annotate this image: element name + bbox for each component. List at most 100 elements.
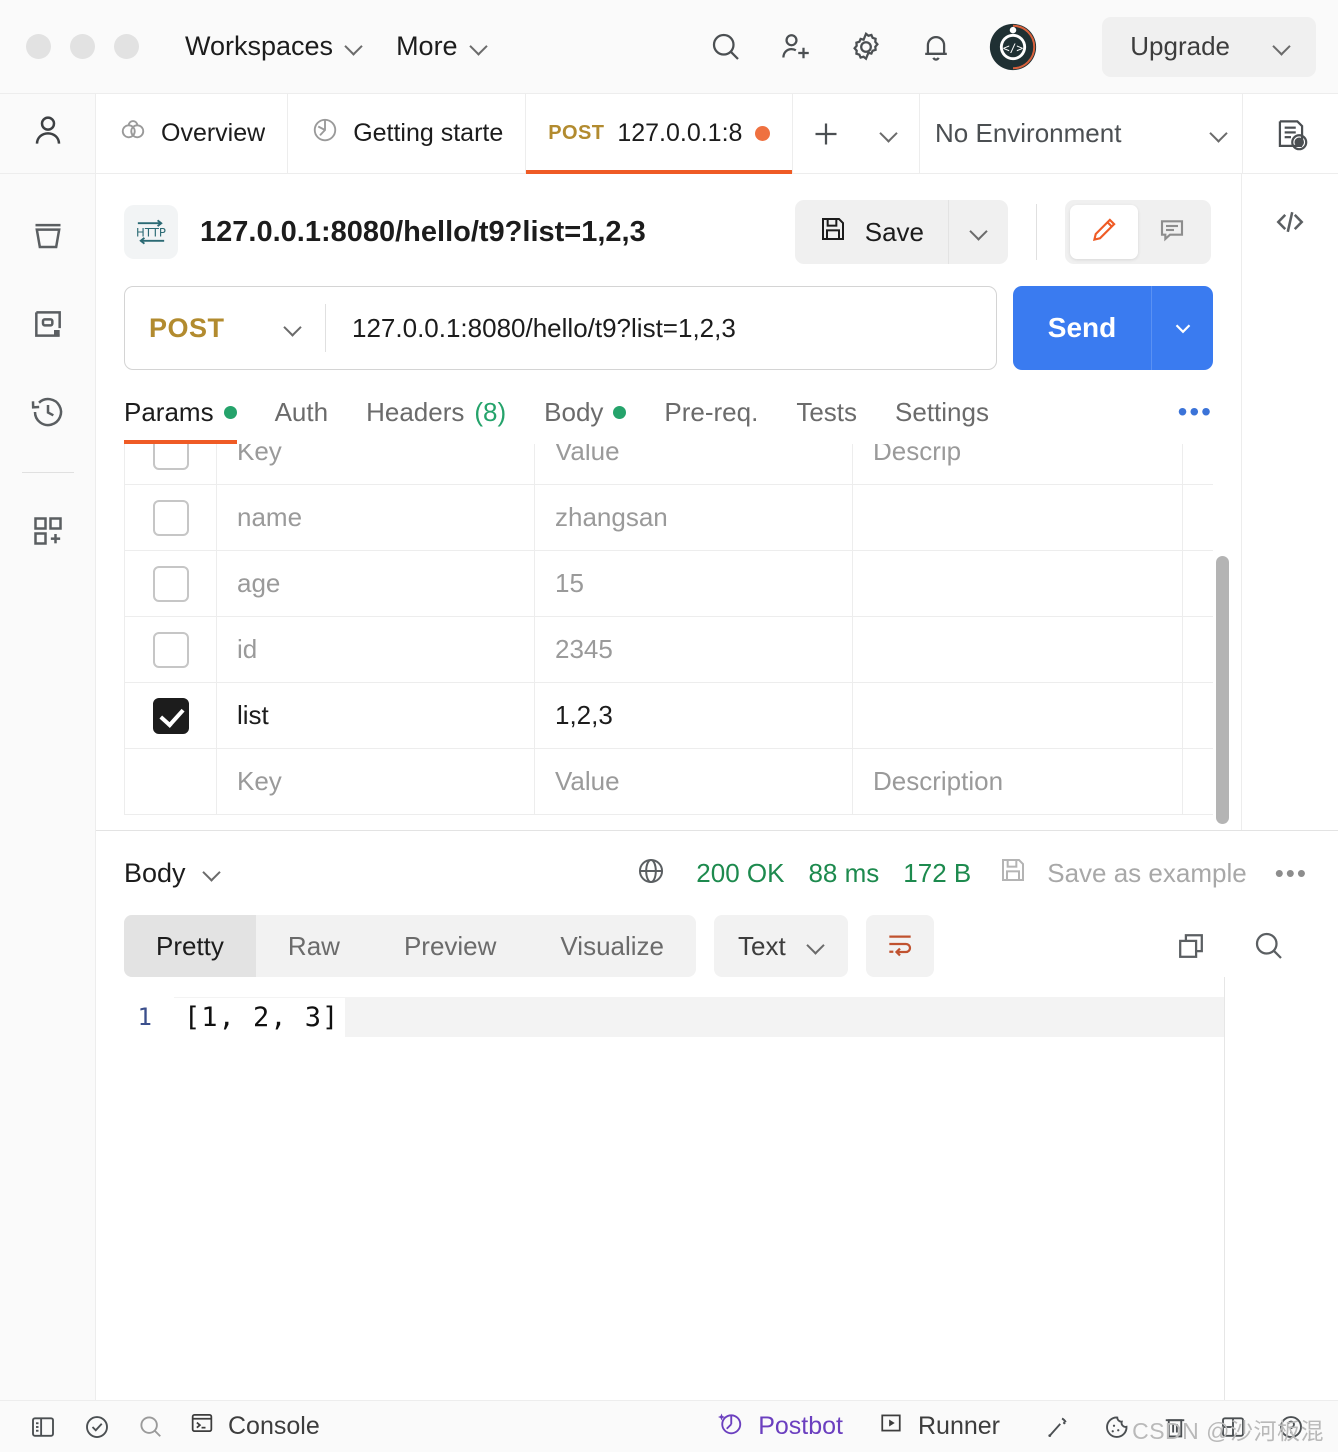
new-param-value-input[interactable]: Value <box>534 748 853 815</box>
close-window-button[interactable] <box>26 34 51 59</box>
response-body-code[interactable]: 1 [1, 2, 3] <box>96 977 1338 1400</box>
maximize-window-button[interactable] <box>114 34 139 59</box>
search-response-button[interactable] <box>1230 928 1308 964</box>
check-circle-icon[interactable] <box>70 1412 124 1442</box>
network-globe-icon[interactable] <box>634 854 668 893</box>
tab-headers[interactable]: Headers (8) <box>366 397 506 444</box>
chevron-down-icon <box>1211 126 1227 142</box>
param-key[interactable]: id <box>216 616 535 683</box>
param-value[interactable]: 1,2,3 <box>534 682 853 749</box>
settings-gear-icon[interactable] <box>848 29 884 65</box>
tab-params[interactable]: Params <box>124 397 237 444</box>
column-header-value: Value <box>534 444 853 485</box>
cookies-icon[interactable] <box>1088 1412 1146 1442</box>
search-icon[interactable] <box>708 29 744 65</box>
notifications-bell-icon[interactable] <box>918 29 954 65</box>
send-button[interactable]: Send <box>1013 286 1151 370</box>
sidebar-item-profile[interactable] <box>0 94 95 174</box>
invite-user-icon[interactable] <box>778 29 814 65</box>
help-icon[interactable] <box>1262 1412 1320 1442</box>
new-param-key-input[interactable]: Key <box>216 748 535 815</box>
console-label: Console <box>228 1412 320 1440</box>
response-pane: Body 200 OK 88 ms 172 B Save as example … <box>96 830 1338 1400</box>
tab-preview[interactable]: Preview <box>372 915 528 977</box>
tab-getting-started[interactable]: Getting starte <box>288 94 527 173</box>
param-key[interactable]: name <box>216 484 535 551</box>
param-description[interactable] <box>852 550 1183 617</box>
tab-overview[interactable]: Overview <box>96 94 289 173</box>
chevron-down-icon <box>971 224 987 240</box>
request-tabs-more-button[interactable]: ••• <box>1178 396 1213 444</box>
param-description[interactable] <box>852 682 1183 749</box>
tab-request-label: 127.0.0.1:8 <box>617 119 743 147</box>
copy-response-button[interactable] <box>1152 928 1230 964</box>
response-type-selector[interactable]: Text <box>714 915 848 977</box>
response-body-selector[interactable]: Body <box>124 858 220 889</box>
param-value[interactable]: 15 <box>534 550 853 617</box>
edit-mode-button[interactable] <box>1070 205 1138 259</box>
row-checkbox[interactable] <box>152 631 189 668</box>
select-all-checkbox[interactable] <box>152 444 189 470</box>
sidebar-item-collections[interactable] <box>0 194 95 282</box>
workspaces-menu[interactable]: Workspaces <box>185 31 362 62</box>
postman-logo-icon[interactable]: </> <box>988 22 1038 72</box>
tab-visualize[interactable]: Visualize <box>528 915 696 977</box>
tab-tests[interactable]: Tests <box>796 397 857 444</box>
param-key[interactable]: list <box>216 682 535 749</box>
search-icon[interactable] <box>124 1412 178 1442</box>
param-description[interactable] <box>852 484 1183 551</box>
tab-list-dropdown[interactable] <box>859 94 919 173</box>
param-value[interactable]: zhangsan <box>534 484 853 551</box>
new-param-description-input[interactable]: Description <box>852 748 1183 815</box>
table-row-empty[interactable]: Key Value Description <box>124 748 1213 815</box>
tab-body[interactable]: Body <box>544 397 627 444</box>
param-key[interactable]: age <box>216 550 535 617</box>
save-as-example-button[interactable]: Save as example <box>997 854 1247 893</box>
response-more-button[interactable]: ••• <box>1275 858 1308 889</box>
row-checkbox[interactable] <box>152 565 189 602</box>
window-controls[interactable] <box>26 34 139 59</box>
row-checkbox[interactable] <box>152 697 189 734</box>
sidebar-item-new-module[interactable] <box>0 489 95 577</box>
table-row[interactable]: age 15 <box>124 550 1213 617</box>
url-input[interactable]: 127.0.0.1:8080/hello/t9?list=1,2,3 <box>326 313 996 344</box>
table-row[interactable]: name zhangsan <box>124 484 1213 551</box>
table-row[interactable]: id 2345 <box>124 616 1213 683</box>
save-options-dropdown[interactable] <box>948 200 1008 264</box>
tab-raw[interactable]: Raw <box>256 915 372 977</box>
layout-icon[interactable] <box>1204 1412 1262 1442</box>
runner-button[interactable]: Runner <box>877 1409 1000 1444</box>
method-selector[interactable]: POST <box>125 313 325 344</box>
tab-settings[interactable]: Settings <box>895 397 989 444</box>
upgrade-button[interactable]: Upgrade <box>1102 16 1316 77</box>
wrap-lines-button[interactable] <box>865 915 934 977</box>
tab-pre-request[interactable]: Pre-req. <box>664 397 758 444</box>
save-button[interactable]: Save <box>795 200 948 264</box>
environment-quick-look-icon[interactable] <box>1242 94 1338 173</box>
sidebar-toggle-icon[interactable] <box>16 1412 70 1442</box>
environment-selector[interactable]: No Environment <box>919 94 1242 173</box>
console-button[interactable]: Console <box>188 1409 320 1444</box>
network-icon[interactable] <box>1030 1412 1088 1442</box>
param-value[interactable]: 2345 <box>534 616 853 683</box>
table-row[interactable]: list 1,2,3 <box>124 682 1213 749</box>
tab-auth[interactable]: Auth <box>275 397 329 444</box>
tab-request-active[interactable]: POST 127.0.0.1:8 <box>526 94 794 174</box>
row-checkbox[interactable] <box>152 499 189 536</box>
sidebar-item-apis[interactable] <box>0 282 95 370</box>
new-tab-button[interactable] <box>793 94 859 173</box>
chevron-down-icon <box>285 320 301 336</box>
trash-icon[interactable] <box>1146 1412 1204 1442</box>
code-snippet-icon[interactable] <box>1271 174 1309 270</box>
postbot-button[interactable]: Postbot <box>715 1408 843 1445</box>
param-description[interactable] <box>852 616 1183 683</box>
method-label: POST <box>149 312 225 343</box>
more-menu[interactable]: More <box>396 31 487 62</box>
minimize-window-button[interactable] <box>70 34 95 59</box>
tab-pretty[interactable]: Pretty <box>124 915 256 977</box>
tab-tests-label: Tests <box>796 396 858 427</box>
send-options-dropdown[interactable] <box>1151 286 1213 370</box>
sidebar-item-history[interactable] <box>0 370 95 458</box>
params-scrollbar[interactable] <box>1216 556 1229 824</box>
comment-button[interactable] <box>1138 205 1206 259</box>
